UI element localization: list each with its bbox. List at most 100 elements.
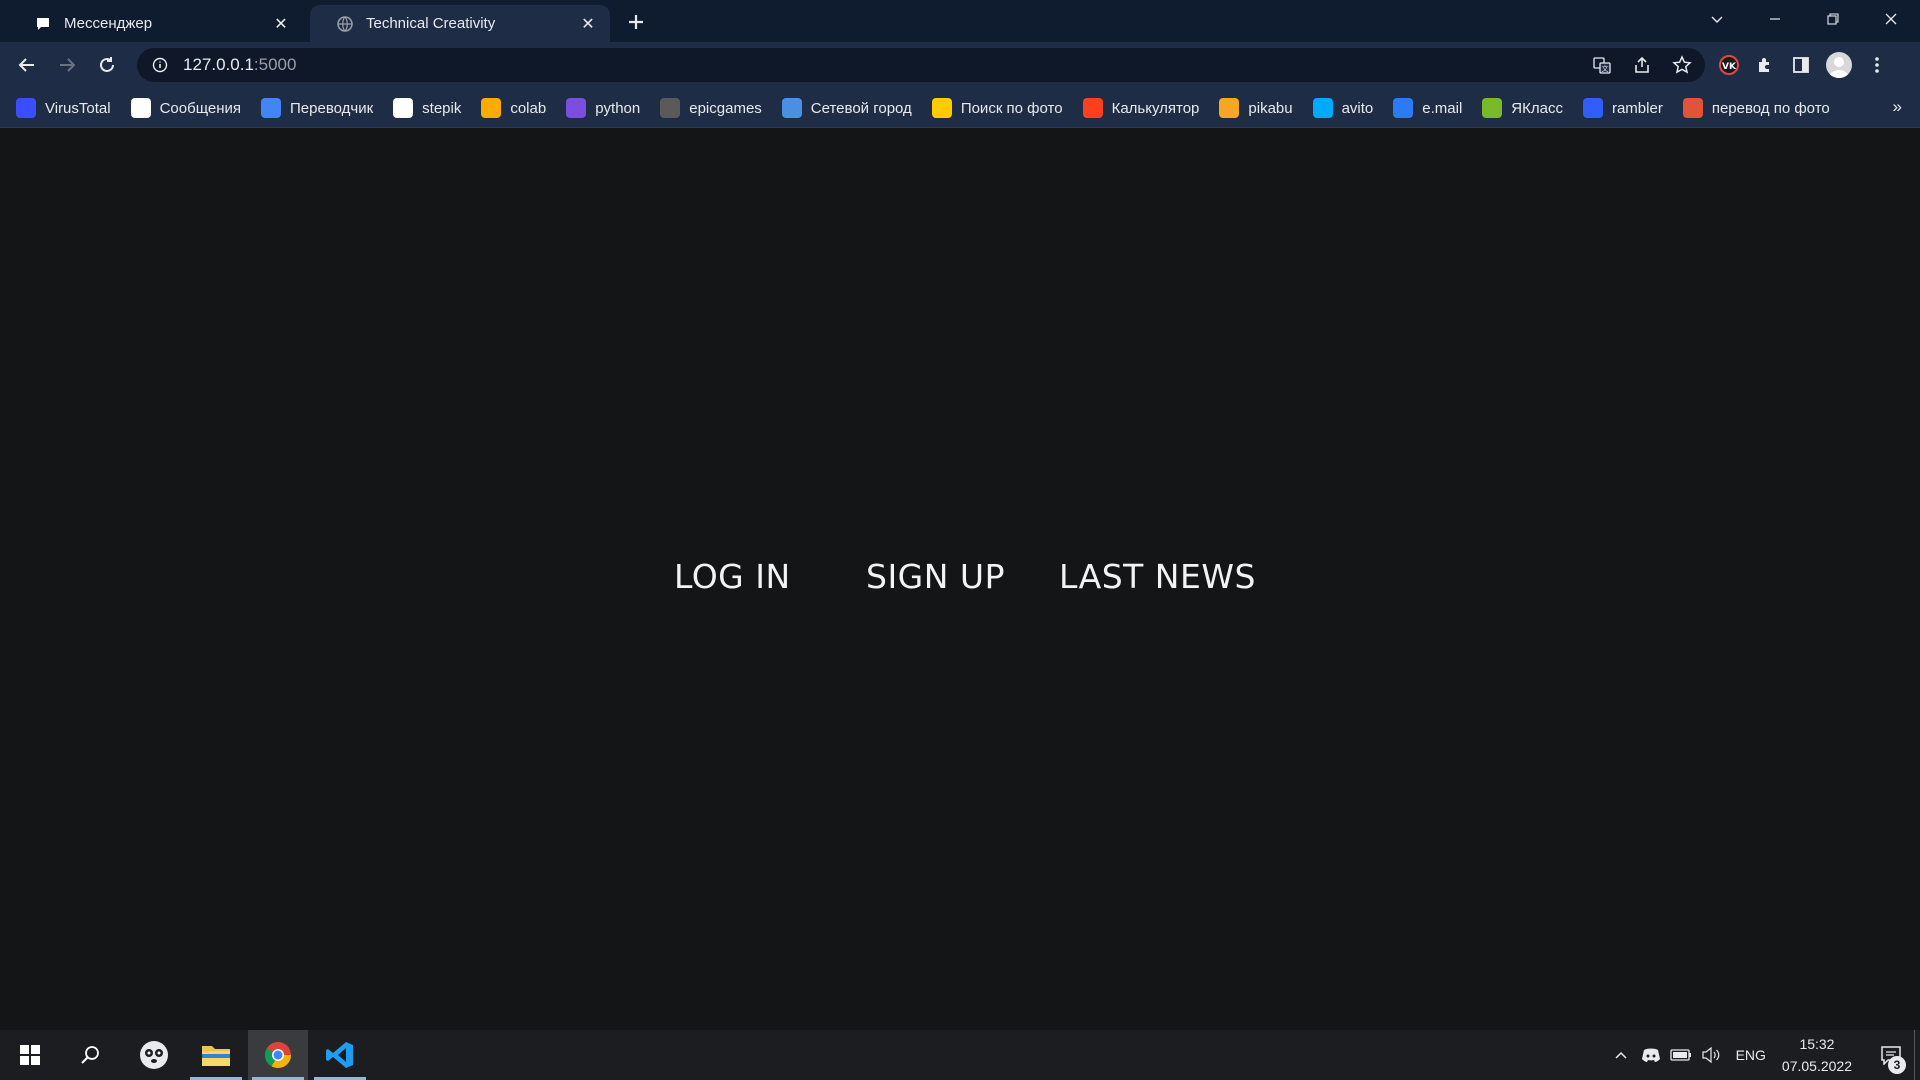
python-icon [566,98,587,118]
discord-icon[interactable] [1636,1030,1666,1080]
restore-icon [1827,13,1839,25]
bookmark-item[interactable]: перевод по фото [1682,98,1830,118]
url-text[interactable]: 127.0.0.1:5000 [183,55,296,75]
bookmark-item[interactable]: rambler [1582,98,1663,118]
bookmark-label: python [595,99,641,117]
new-tab-button[interactable] [622,8,650,36]
close-icon[interactable]: ✕ [271,14,291,34]
virustotal-icon [16,98,36,118]
side-panel-icon[interactable] [1790,54,1812,76]
star-icon[interactable] [1671,54,1693,76]
bookmark-item[interactable]: pikabu [1219,98,1293,118]
bookmark-label: stepik [422,99,462,117]
url-host: 127.0.0.1 [183,55,254,74]
tab-title: Technical Creativity [366,15,496,32]
bookmark-item[interactable]: Сетевой город [781,98,912,118]
photo-translate-icon [1682,98,1703,118]
search-icon [81,1046,99,1064]
close-window-button[interactable] [1862,0,1920,38]
forward-button[interactable] [52,50,82,80]
share-icon[interactable] [1631,54,1653,76]
taskbar-search-button[interactable] [60,1030,120,1080]
bookmark-label: e.mail [1422,99,1463,117]
bookmark-label: pikabu [1248,99,1293,117]
tab-strip: Мессенджер ✕ Technical Creativity ✕ [0,0,1920,42]
photo-search-icon [931,98,952,118]
site-info-icon[interactable] [149,54,171,76]
show-desktop-button[interactable] [1914,1030,1920,1080]
profile-avatar[interactable] [1826,52,1852,78]
bookmark-item[interactable]: epicgames [660,98,762,118]
bookmark-item[interactable]: e.mail [1393,98,1462,118]
chevron-down-icon [1711,16,1723,23]
tab-messenger[interactable]: Мессенджер ✕ [8,5,303,42]
panda-app-icon [140,1041,168,1069]
tab-search-button[interactable] [1688,0,1746,38]
last-news-link[interactable]: LAST NEWS [1059,557,1256,596]
battery-icon[interactable] [1666,1030,1696,1080]
bookmarks-list: VirusTotal Сообщения Переводчик stepik colab… [16,88,1830,128]
globe-icon [336,15,354,33]
bookmark-item[interactable]: Сообщения [130,98,242,118]
bookmark-item[interactable]: colab [481,98,546,118]
address-bar[interactable]: 127.0.0.1:5000 文 [137,48,1705,82]
puzzle-icon[interactable] [1754,54,1776,76]
bookmark-item[interactable]: Поиск по фото [931,98,1063,118]
menu-dots-icon[interactable] [1866,54,1888,76]
bookmark-label: ЯКласс [1511,99,1563,117]
taskbar-file-explorer[interactable] [186,1030,246,1080]
bookmark-item[interactable]: stepik [393,98,461,118]
address-bar-actions: 文 [1591,48,1693,82]
chevron-up-icon[interactable] [1606,1030,1636,1080]
netcity-icon [781,98,802,118]
close-icon [1885,13,1897,25]
bookmarks-bar: VirusTotal Сообщения Переводчик stepik colab… [0,88,1920,128]
start-button[interactable] [0,1030,60,1080]
bookmark-item[interactable]: Переводчик [261,98,373,118]
clock[interactable]: 15:32 07.05.2022 [1782,1033,1852,1077]
url-port: :5000 [253,55,297,74]
svg-text:文: 文 [1602,64,1609,73]
back-button[interactable] [12,50,42,80]
bookmark-label: epicgames [689,99,762,117]
translate-icon [261,98,282,118]
browser-window: Мессенджер ✕ Technical Creativity ✕ 127.… [0,0,1920,1080]
rambler-icon [1582,98,1603,118]
toolbar-extensions: VK [1718,50,1888,80]
bookmark-item[interactable]: Калькулятор [1082,98,1200,118]
bookmarks-overflow-button[interactable]: » [1893,97,1902,117]
bookmark-item[interactable]: ЯКласс [1482,98,1563,118]
taskbar-vscode[interactable] [310,1030,370,1080]
restore-button[interactable] [1804,0,1862,38]
translate-icon[interactable]: 文 [1591,54,1613,76]
bookmark-item[interactable]: VirusTotal [16,98,111,118]
minimize-icon [1770,18,1780,20]
bookmark-item[interactable]: avito [1312,98,1373,118]
taskbar-chrome[interactable] [248,1030,308,1080]
input-language[interactable]: ENG [1736,1047,1766,1063]
bookmark-item[interactable]: python [566,98,640,118]
bookmark-label: перевод по фото [1711,99,1830,117]
bookmark-label: Сообщения [159,99,242,117]
notification-center-button[interactable]: 3 [1868,1030,1914,1080]
yandex-icon [1082,98,1103,118]
bookmark-label: colab [510,99,547,117]
volume-icon[interactable] [1696,1030,1726,1080]
bookmark-label: Сетевой город [810,99,912,117]
chat-icon [130,98,151,118]
vk-extension-icon[interactable]: VK [1718,54,1740,76]
bookmark-label: Калькулятор [1111,99,1200,117]
close-icon[interactable]: ✕ [578,14,598,34]
taskbar-app-pinned[interactable] [124,1030,184,1080]
minimize-button[interactable] [1746,0,1804,38]
stepik-icon [393,98,414,118]
signup-link[interactable]: SIGN UP [866,557,1005,596]
login-link[interactable]: LOG IN [674,557,791,596]
tab-title: Мессенджер [64,15,153,32]
reload-button[interactable] [92,50,122,80]
browser-toolbar: 127.0.0.1:5000 文 VK [0,42,1920,88]
tab-technical-creativity[interactable]: Technical Creativity ✕ [310,5,610,42]
notification-count-badge: 3 [1888,1056,1906,1074]
window-controls [1688,0,1920,38]
reload-icon [100,57,114,72]
